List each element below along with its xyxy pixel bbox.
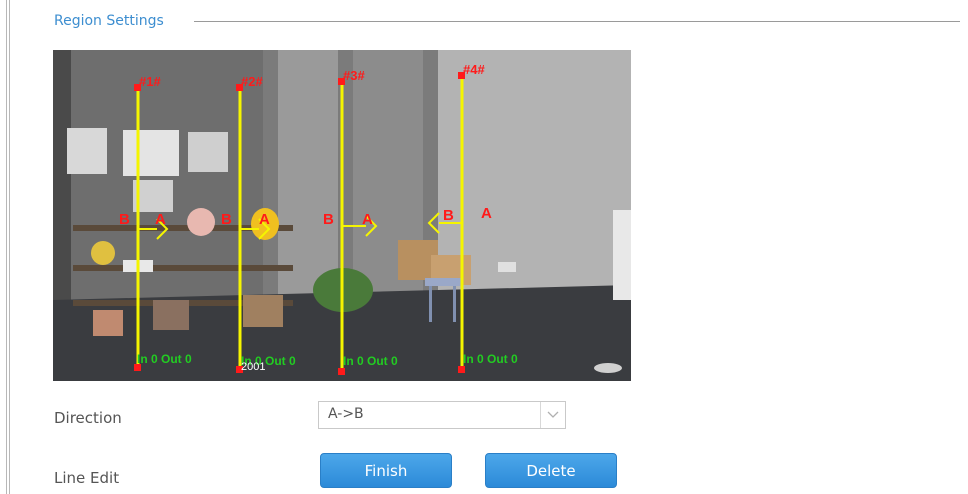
scene-outlet	[498, 262, 516, 272]
scene-poster	[188, 132, 228, 172]
line-3-side-a: A	[362, 211, 373, 228]
overlay-timestamp: 2001	[241, 361, 265, 373]
scene-toy	[187, 208, 215, 236]
line-3-id: #3#	[343, 68, 365, 83]
camera-scene: #1# B A In 0 Out 0 #2# B A In 0 Out 0 20…	[53, 50, 631, 381]
scene-stool-leg	[429, 286, 432, 322]
line-2-side-a: A	[259, 211, 270, 228]
line-4-id: #4#	[463, 62, 485, 77]
line-3-count: In 0 Out 0	[343, 354, 398, 368]
scene-toy	[91, 241, 115, 265]
scene-object	[613, 210, 631, 300]
line-edit-label: Line Edit	[54, 469, 120, 487]
section-title: Region Settings	[54, 11, 174, 31]
line-2-id: #2#	[241, 74, 263, 89]
line-2-side-b: B	[221, 211, 232, 228]
line-4-count: In 0 Out 0	[463, 352, 518, 366]
direction-label: Direction	[54, 409, 122, 427]
line-3-side-b: B	[323, 211, 334, 228]
chevron-down-icon[interactable]	[540, 402, 565, 428]
scene-box	[153, 300, 189, 330]
camera-preview[interactable]: #1# B A In 0 Out 0 #2# B A In 0 Out 0 20…	[53, 50, 631, 381]
scene-stool-leg	[453, 286, 456, 322]
line-1-id: #1#	[139, 74, 161, 89]
line-1-side-b: B	[119, 211, 130, 228]
delete-button[interactable]: Delete	[485, 453, 617, 488]
direction-select-value: A->B	[328, 406, 364, 422]
finish-button[interactable]: Finish	[320, 453, 452, 488]
scene-poster	[123, 130, 179, 176]
scene-stool	[425, 278, 461, 286]
direction-select[interactable]: A->B	[318, 401, 566, 429]
scene-box	[93, 310, 123, 336]
scene-box	[243, 295, 283, 327]
line-1-count: In 0 Out 0	[137, 352, 192, 366]
scene-shelf	[73, 265, 293, 271]
scene-poster	[67, 128, 107, 174]
scene-object	[594, 363, 622, 373]
section-divider	[194, 21, 960, 22]
panel-border-left	[6, 0, 7, 494]
line-4-side-b: B	[443, 207, 454, 224]
line-4-side-a: A	[481, 205, 492, 222]
line-1-side-a: A	[155, 211, 166, 228]
panel-border-left-inner	[9, 0, 10, 494]
